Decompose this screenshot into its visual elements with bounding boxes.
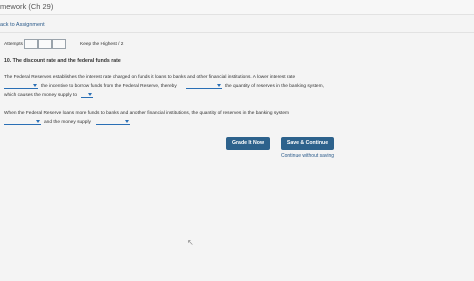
paragraph-1-line-1: The Federal Reserves establishes the int…	[4, 75, 296, 80]
save-and-continue-button[interactable]: Save & Continue	[281, 137, 334, 150]
paragraph-1-segment-b: the quantity of reserves in the banking …	[225, 84, 324, 89]
dropdown-reserves-2[interactable]	[4, 119, 41, 125]
continue-without-saving-link[interactable]: Continue without saving	[281, 153, 334, 159]
chevron-down-icon	[125, 120, 129, 123]
question-title: 10. The discount rate and the federal fu…	[4, 58, 121, 64]
top-bar: mework (Ch 29)	[0, 0, 474, 14]
dropdown-money-supply-1[interactable]	[81, 92, 93, 98]
keep-highest-label: Keep the Highest / 2	[80, 42, 124, 47]
chevron-down-icon	[36, 120, 40, 123]
chevron-down-icon	[217, 84, 221, 87]
paragraph-2-line-1: When the Federal Reserve loans more fund…	[4, 111, 290, 116]
app-title: mework (Ch 29)	[0, 2, 54, 11]
paragraph-1-segment-a: the incentive to borrow funds from the F…	[41, 84, 177, 89]
paragraph-1-line-3: which causes the money supply to	[4, 93, 78, 98]
mouse-cursor-icon: ↖	[187, 238, 194, 247]
dropdown-reserves-quantity[interactable]	[186, 83, 222, 89]
attempt-box-1	[24, 39, 38, 49]
attempts-label: Attempts	[4, 42, 23, 47]
dropdown-money-supply-2[interactable]	[96, 119, 130, 125]
chevron-down-icon	[88, 93, 92, 96]
paragraph-2-segment-a: and the money supply	[44, 120, 91, 125]
divider	[0, 14, 474, 15]
attempt-box-3	[52, 39, 66, 49]
back-to-assignment-link[interactable]: ack to Assignment	[0, 22, 45, 28]
attempt-box-2	[38, 39, 52, 49]
grade-it-now-button[interactable]: Grade It Now	[226, 137, 270, 150]
divider	[0, 32, 474, 33]
chevron-down-icon	[33, 84, 37, 87]
dropdown-borrow-incentive[interactable]	[4, 83, 38, 89]
